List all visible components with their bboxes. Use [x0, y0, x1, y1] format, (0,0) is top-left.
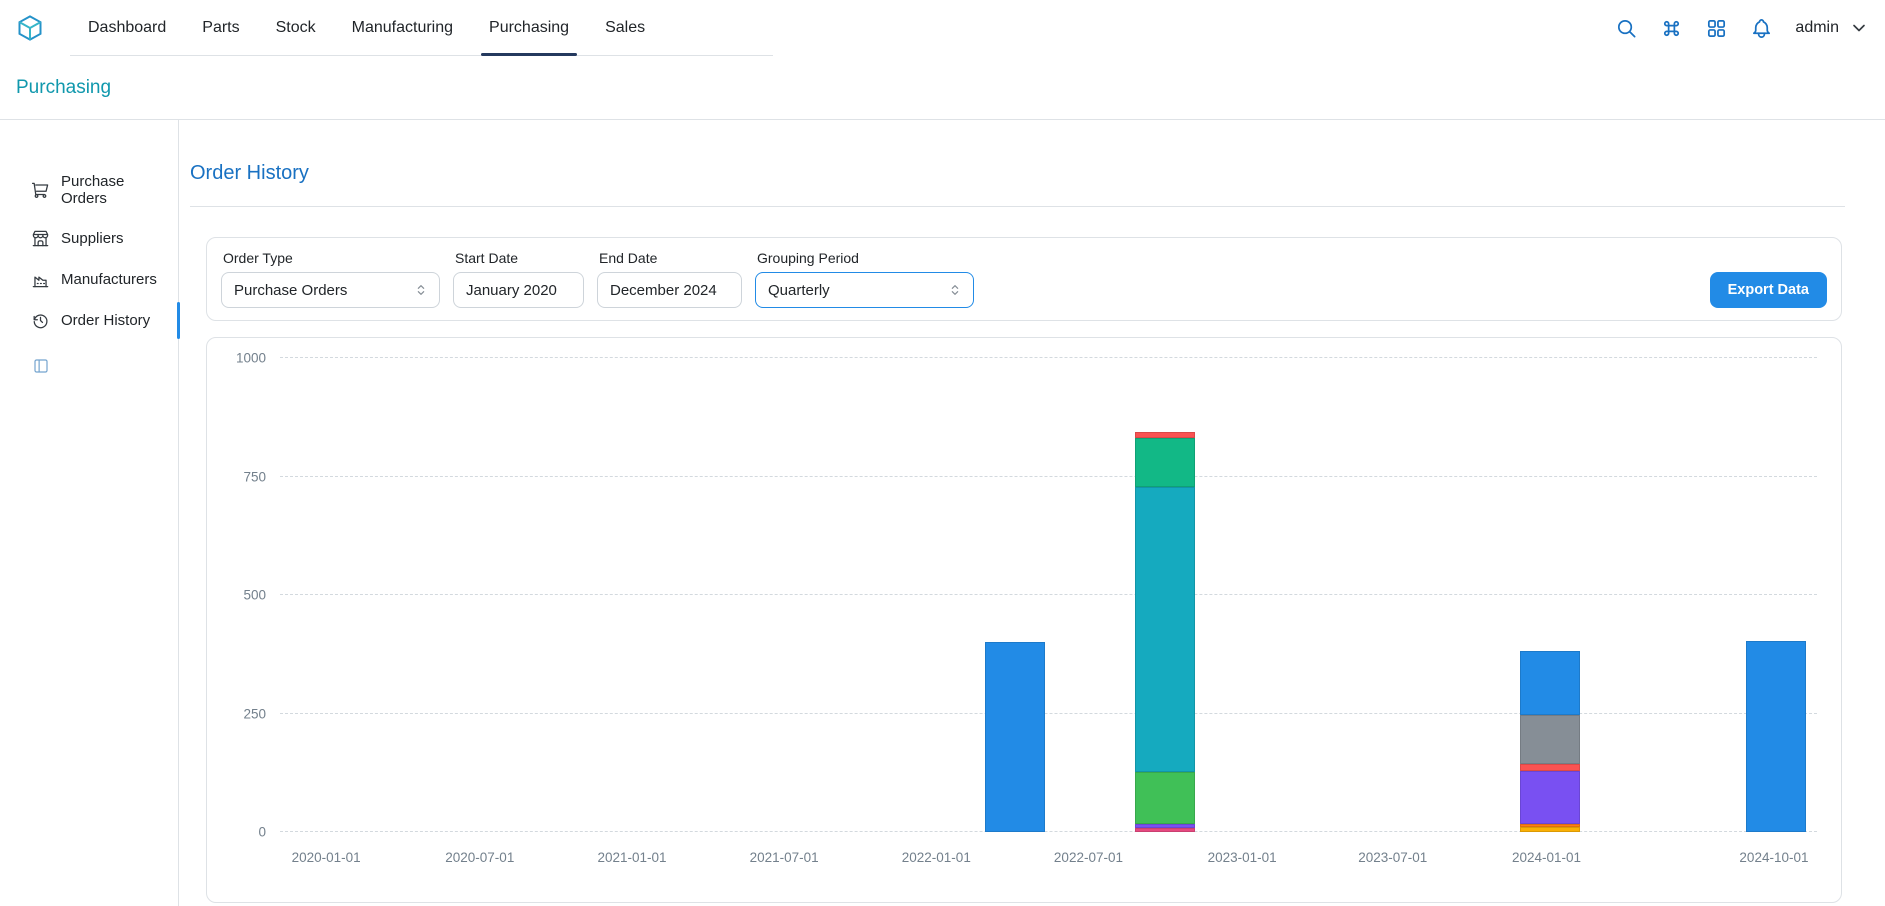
- page-title: Order History: [190, 160, 1845, 186]
- grouping-period-value: Quarterly: [768, 282, 830, 299]
- main-panel: Order History Order Type Purchase Orders…: [179, 120, 1885, 906]
- grouping-period-label: Grouping Period: [757, 250, 974, 266]
- nav-tab-parts[interactable]: Parts: [184, 0, 257, 55]
- x-tick-label: 2022-07-01: [1054, 850, 1123, 865]
- chart-bar-segment: [1520, 715, 1580, 764]
- nav-tab-sales[interactable]: Sales: [587, 0, 663, 55]
- y-tick-label: 1000: [236, 351, 266, 366]
- username-label: admin: [1795, 19, 1839, 37]
- y-tick-label: 750: [243, 469, 266, 484]
- order-type-select[interactable]: Purchase Orders: [221, 272, 440, 308]
- content-area: Purchase Orders Suppliers M: [0, 120, 1885, 906]
- end-date-field: End Date: [597, 250, 742, 308]
- chart-bar-segment: [1520, 827, 1580, 832]
- x-tick-label: 2023-07-01: [1358, 850, 1427, 865]
- y-tick-label: 500: [243, 588, 266, 603]
- nav-spacer: [773, 0, 1615, 56]
- chart-bar-segment: [1746, 641, 1806, 832]
- x-tick-label: 2024-01-01: [1512, 850, 1581, 865]
- selector-chevrons-icon: [947, 282, 963, 298]
- sidebar-item-suppliers[interactable]: Suppliers: [0, 218, 178, 259]
- nav-tab-dashboard[interactable]: Dashboard: [70, 0, 184, 55]
- order-type-label: Order Type: [223, 250, 440, 266]
- sidebar-item-manufacturers[interactable]: Manufacturers: [0, 259, 178, 300]
- y-gridline: 500: [280, 594, 1817, 595]
- nav-tab-purchasing[interactable]: Purchasing: [471, 0, 587, 55]
- nav-actions: admin: [1615, 0, 1869, 56]
- inventree-logo-icon: [16, 14, 44, 42]
- storefront-icon: [31, 229, 50, 248]
- export-data-button[interactable]: Export Data: [1710, 272, 1827, 308]
- y-gridline: 250: [280, 713, 1817, 714]
- bell-icon[interactable]: [1750, 17, 1773, 40]
- sidebar-item-purchase-orders[interactable]: Purchase Orders: [0, 162, 178, 218]
- y-gridline: 0: [280, 831, 1817, 832]
- chart-bar[interactable]: [985, 642, 1045, 832]
- x-tick-label: 2020-07-01: [445, 850, 514, 865]
- top-navbar: Dashboard Parts Stock Manufacturing Purc…: [0, 0, 1885, 56]
- nav-tab-manufacturing[interactable]: Manufacturing: [334, 0, 471, 55]
- chart-plot[interactable]: 0 250 500 750 1000: [280, 358, 1817, 832]
- chevron-down-icon: [1849, 18, 1869, 38]
- order-type-value: Purchase Orders: [234, 282, 347, 299]
- title-divider: [190, 206, 1845, 207]
- y-gridline: 1000: [280, 357, 1817, 358]
- shopping-cart-icon: [31, 181, 50, 200]
- selector-chevrons-icon: [413, 282, 429, 298]
- command-icon[interactable]: [1660, 17, 1683, 40]
- grouping-period-select[interactable]: Quarterly: [755, 272, 974, 308]
- chart-bar[interactable]: [1520, 651, 1580, 832]
- order-history-chart-card: 0 250 500 750 1000 2020-01-01 2020-07-01 2021-…: [206, 337, 1842, 903]
- sidebar-item-label: Purchase Orders: [61, 173, 172, 207]
- sidebar-item-label: Suppliers: [61, 230, 124, 247]
- x-tick-label: 2021-07-01: [750, 850, 819, 865]
- chart-bar-segment: [1520, 764, 1580, 772]
- chart-bar-segment: [1135, 828, 1195, 832]
- sidebar-item-label: Order History: [61, 312, 150, 329]
- y-tick-label: 250: [243, 706, 266, 721]
- x-tick-label: 2020-01-01: [292, 850, 361, 865]
- chart-bar[interactable]: [1135, 432, 1195, 832]
- history-icon: [31, 311, 50, 330]
- start-date-input[interactable]: [453, 272, 584, 308]
- chart-bar-segment: [1135, 772, 1195, 824]
- x-tick-label: 2024-10-01: [1739, 850, 1808, 865]
- breadcrumb[interactable]: Purchasing: [16, 77, 111, 99]
- user-menu[interactable]: admin: [1795, 18, 1869, 38]
- filter-panel: Order Type Purchase Orders Start Date En…: [206, 237, 1842, 321]
- y-gridline: 750: [280, 476, 1817, 477]
- nav-tabs: Dashboard Parts Stock Manufacturing Purc…: [70, 0, 773, 56]
- chart-bar-segment: [985, 642, 1045, 832]
- chart-bar-segment: [1520, 651, 1580, 715]
- order-type-field: Order Type Purchase Orders: [221, 250, 440, 308]
- sidebar: Purchase Orders Suppliers M: [0, 120, 179, 906]
- chart-bar-segment: [1520, 771, 1580, 824]
- start-date-field: Start Date: [453, 250, 584, 308]
- x-tick-label: 2021-01-01: [597, 850, 666, 865]
- grid-icon[interactable]: [1705, 17, 1728, 40]
- x-tick-label: 2022-01-01: [902, 850, 971, 865]
- breadcrumb-bar: Purchasing: [0, 56, 1885, 120]
- grouping-period-field: Grouping Period Quarterly: [755, 250, 974, 308]
- app-logo[interactable]: [16, 0, 44, 56]
- end-date-label: End Date: [599, 250, 742, 266]
- y-tick-label: 0: [258, 825, 266, 840]
- chart-bar-segment: [1135, 487, 1195, 771]
- start-date-label: Start Date: [455, 250, 584, 266]
- sidebar-item-label: Manufacturers: [61, 271, 157, 288]
- collapse-sidebar-icon[interactable]: [32, 357, 50, 375]
- factory-icon: [31, 270, 50, 289]
- chart-bar[interactable]: [1746, 641, 1806, 832]
- nav-tab-stock[interactable]: Stock: [258, 0, 334, 55]
- end-date-input[interactable]: [597, 272, 742, 308]
- chart-bar-segment: [1135, 438, 1195, 487]
- search-icon[interactable]: [1615, 17, 1638, 40]
- x-tick-label: 2023-01-01: [1208, 850, 1277, 865]
- sidebar-item-order-history[interactable]: Order History: [0, 300, 178, 341]
- chart-x-axis: 2020-01-01 2020-07-01 2021-01-01 2021-07-01…: [280, 844, 1817, 876]
